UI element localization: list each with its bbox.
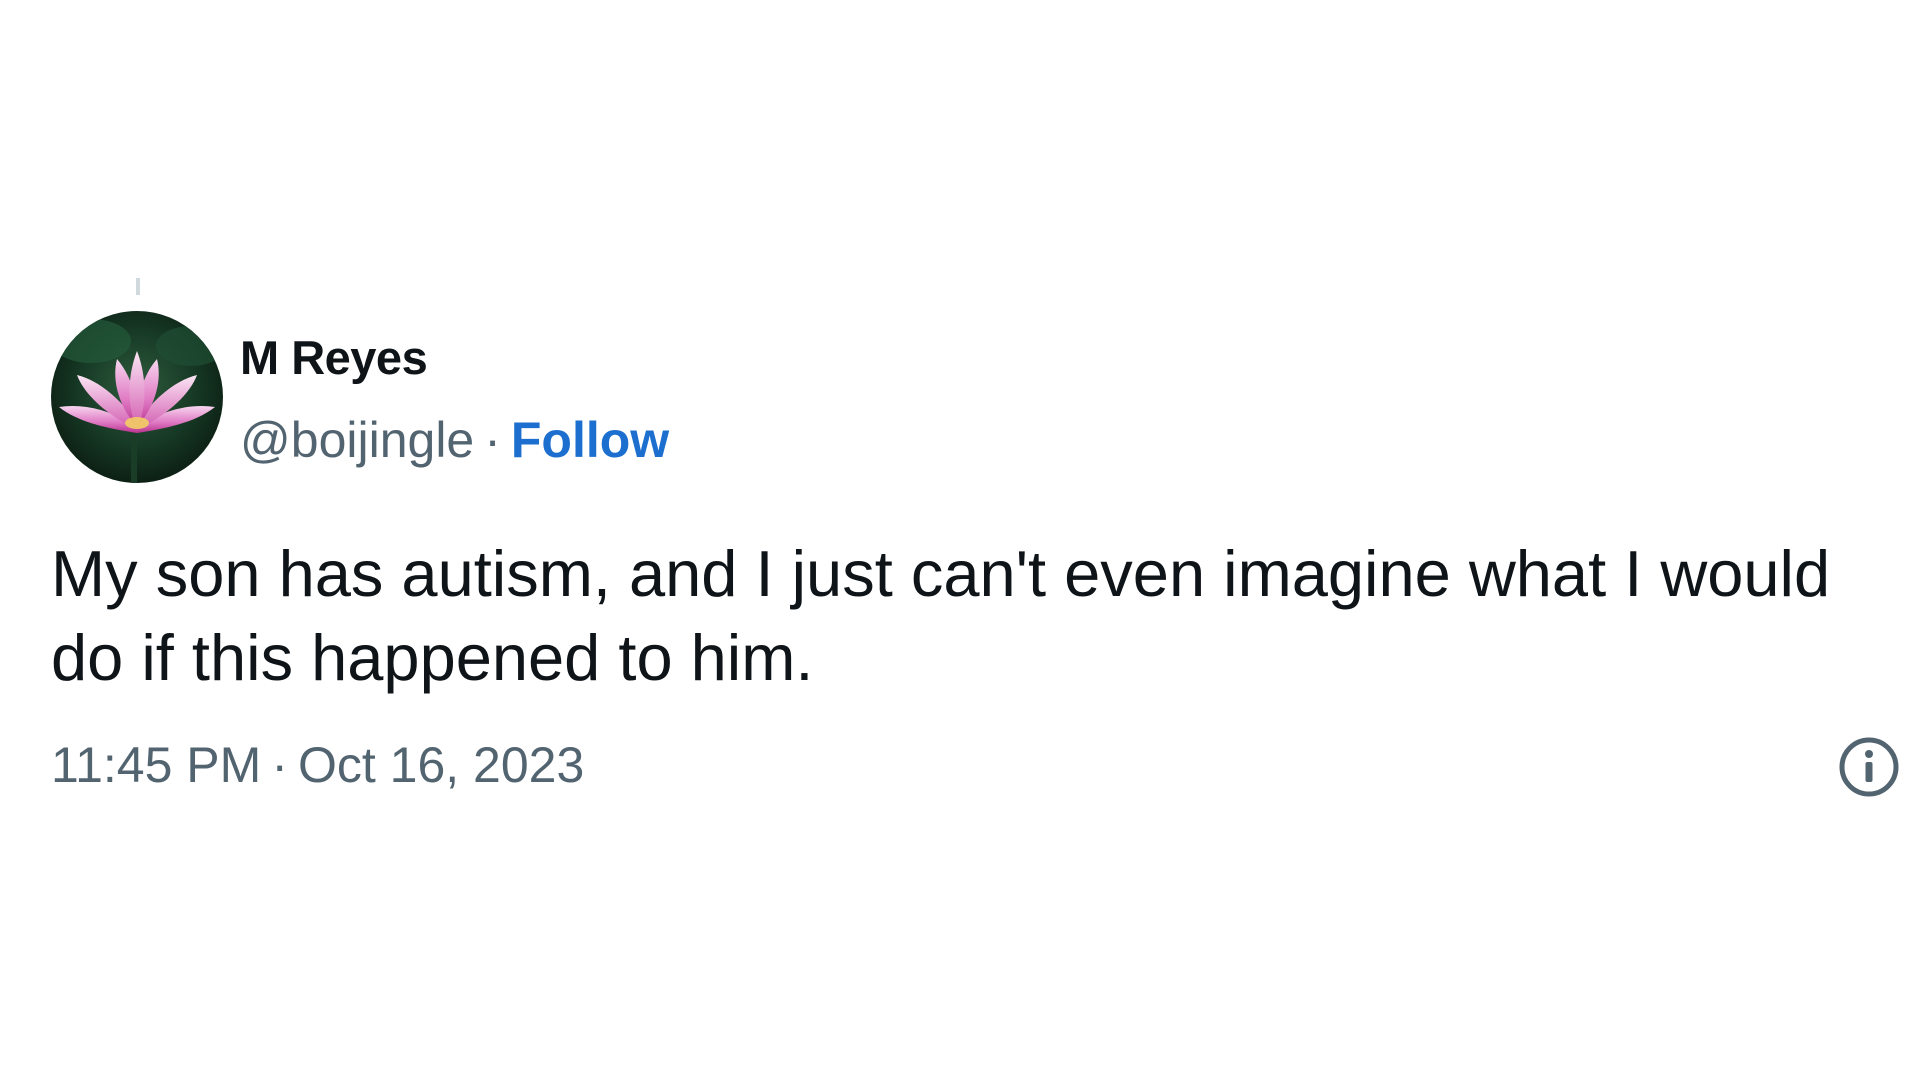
tweet-text: My son has autism, and I just can't even…: [51, 537, 1831, 694]
timestamp-separator: ·: [271, 737, 288, 793]
handle-separator: ·: [484, 412, 501, 468]
tweet-embed: M Reyes @boijingle · Follow My son has aut…: [0, 0, 1920, 1080]
tweet-timestamp[interactable]: 11:45 PM · Oct 16, 2023: [51, 735, 584, 795]
tweet-time: 11:45 PM: [51, 737, 262, 793]
thread-connector-line: [136, 278, 140, 295]
tweet-date: Oct 16, 2023: [297, 737, 585, 793]
info-icon[interactable]: [1838, 736, 1900, 798]
lotus-flower-avatar-icon: [51, 311, 223, 483]
author-handle[interactable]: @boijingle: [240, 412, 474, 468]
author-handle-row: @boijingle · Follow: [240, 410, 669, 470]
avatar[interactable]: [51, 311, 223, 483]
follow-button[interactable]: Follow: [511, 412, 669, 468]
author-display-name[interactable]: M Reyes: [240, 330, 428, 386]
